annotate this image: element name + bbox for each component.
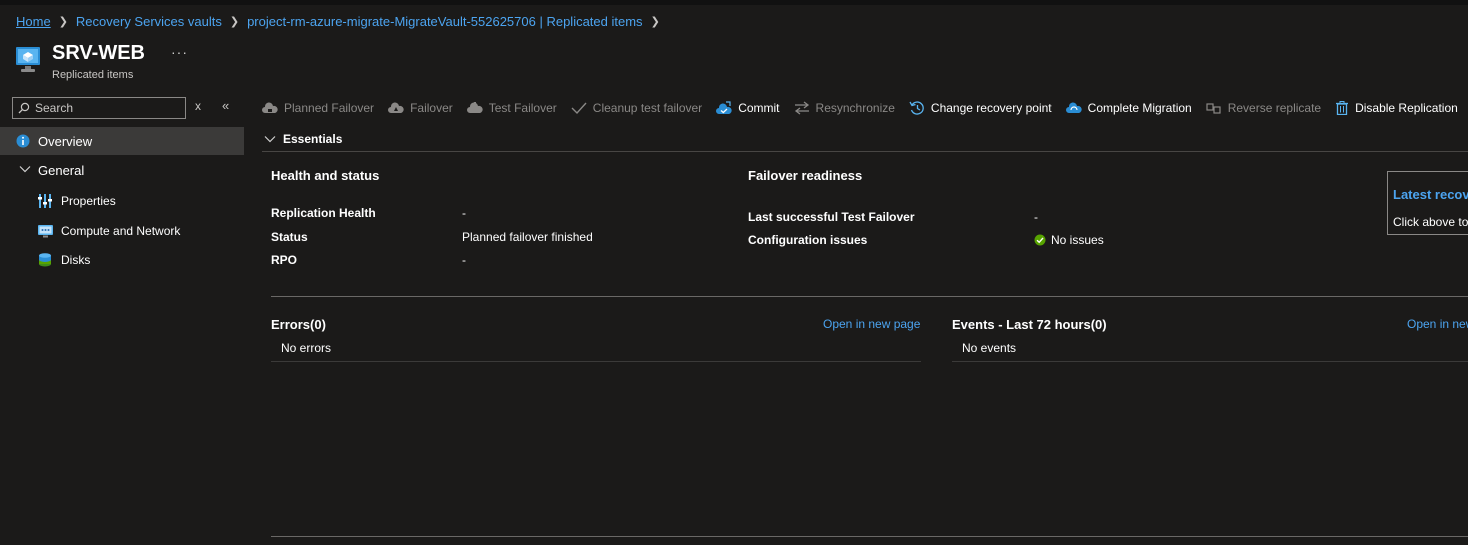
reverse-replicate-icon [1206, 103, 1221, 114]
events-title: Events - Last 72 hours(0) [952, 317, 1107, 332]
compute-network-icon [38, 225, 53, 238]
replication-health-label: Replication Health [271, 206, 376, 220]
replication-health-value: - [462, 206, 466, 220]
commit-icon [716, 101, 732, 114]
sidebar-item-disks[interactable]: Disks [0, 246, 244, 274]
checkmark-icon [571, 102, 587, 115]
sidebar-item-label: Properties [61, 194, 116, 208]
delete-icon [1336, 101, 1349, 115]
sidebar-item-overview[interactable]: Overview [0, 127, 244, 155]
configuration-issues-label: Configuration issues [748, 233, 868, 247]
sidebar-item-label: Overview [38, 134, 93, 149]
sidebar-search [12, 97, 186, 119]
errors-divider [271, 361, 921, 362]
more-options-icon[interactable]: ··· [171, 44, 188, 60]
resync-icon [794, 101, 809, 115]
search-icon [18, 102, 30, 114]
chevron-right-icon: ❯ [650, 16, 660, 28]
errors-title: Errors(0) [271, 317, 326, 332]
section-divider [271, 296, 1468, 297]
info-icon [16, 134, 30, 148]
test-failover-icon [466, 102, 483, 113]
cleanup-test-failover-button[interactable]: Cleanup test failover [571, 101, 702, 115]
chevron-right-icon: ❯ [58, 16, 68, 28]
resynchronize-button[interactable]: Resynchronize [794, 101, 895, 115]
test-failover-button[interactable]: Test Failover [466, 101, 557, 115]
latest-recovery-points-link[interactable]: Latest recovery points [1393, 187, 1468, 202]
chevron-down-icon [264, 136, 276, 143]
recovery-points-card: Latest recovery points Click above to se… [1387, 171, 1468, 235]
change-recovery-point-button[interactable]: Change recovery point [909, 101, 1052, 115]
page-title: SRV-WEB [52, 42, 145, 64]
clear-search-button[interactable]: x [195, 99, 201, 113]
events-open-new-page-link[interactable]: Open in new page [1407, 317, 1468, 331]
properties-icon [38, 194, 52, 208]
top-strip [0, 0, 1468, 5]
last-test-failover-label: Last successful Test Failover [748, 210, 915, 224]
essentials-toggle[interactable]: Essentials [262, 127, 1468, 152]
sidebar-item-label: Disks [61, 253, 91, 267]
planned-failover-icon [262, 102, 278, 113]
command-bar: Planned Failover Failover Test Failover … [262, 97, 1468, 119]
events-divider [952, 361, 1468, 362]
sidebar-item-label: Compute and Network [61, 224, 181, 238]
last-test-failover-value: - [1034, 210, 1038, 224]
errors-empty-text: No errors [281, 341, 332, 355]
rpo-label: RPO [271, 253, 298, 267]
virtual-machine-icon [16, 47, 40, 72]
configuration-issues-value: No issues [1051, 233, 1104, 247]
reverse-replicate-button[interactable]: Reverse replicate [1206, 101, 1321, 115]
events-empty-text: No events [962, 341, 1017, 355]
cloud-sync-icon [1065, 102, 1082, 113]
success-check-icon [1034, 234, 1046, 246]
sidebar-group-label: General [38, 163, 85, 178]
rpo-value: - [462, 253, 466, 267]
status-value: Planned failover finished [462, 230, 593, 244]
disks-icon [39, 253, 51, 267]
page-subtitle: Replicated items [52, 69, 134, 81]
sidebar-group-general[interactable]: General [0, 156, 244, 184]
breadcrumb-home[interactable]: Home [16, 14, 51, 29]
disable-replication-button[interactable]: Disable Replication [1335, 101, 1458, 115]
chevron-down-icon [19, 166, 31, 173]
failover-button[interactable]: Failover [388, 101, 453, 115]
recovery-points-hint: Click above to see [1393, 215, 1468, 229]
breadcrumb: Home ❯ Recovery Services vaults ❯ projec… [16, 14, 668, 29]
failover-icon [388, 102, 404, 113]
bottom-divider [271, 536, 1468, 537]
search-input[interactable] [35, 99, 183, 117]
health-status-title: Health and status [271, 168, 380, 183]
breadcrumb-vaults[interactable]: Recovery Services vaults [76, 14, 222, 29]
sidebar-item-properties[interactable]: Properties [0, 187, 244, 215]
commit-button[interactable]: Commit [716, 101, 780, 115]
errors-open-new-page-link[interactable]: Open in new page [823, 317, 920, 331]
failover-readiness-title: Failover readiness [748, 168, 863, 183]
sidebar-item-compute-network[interactable]: Compute and Network [0, 217, 244, 245]
complete-migration-button[interactable]: Complete Migration [1065, 101, 1192, 115]
status-label: Status [271, 230, 308, 244]
collapse-sidebar-button[interactable]: « [222, 98, 229, 113]
planned-failover-button[interactable]: Planned Failover [262, 101, 374, 115]
essentials-label: Essentials [283, 132, 343, 146]
breadcrumb-current[interactable]: project-rm-azure-migrate-MigrateVault-55… [247, 14, 642, 29]
chevron-right-icon: ❯ [229, 16, 240, 28]
history-icon [909, 101, 924, 115]
